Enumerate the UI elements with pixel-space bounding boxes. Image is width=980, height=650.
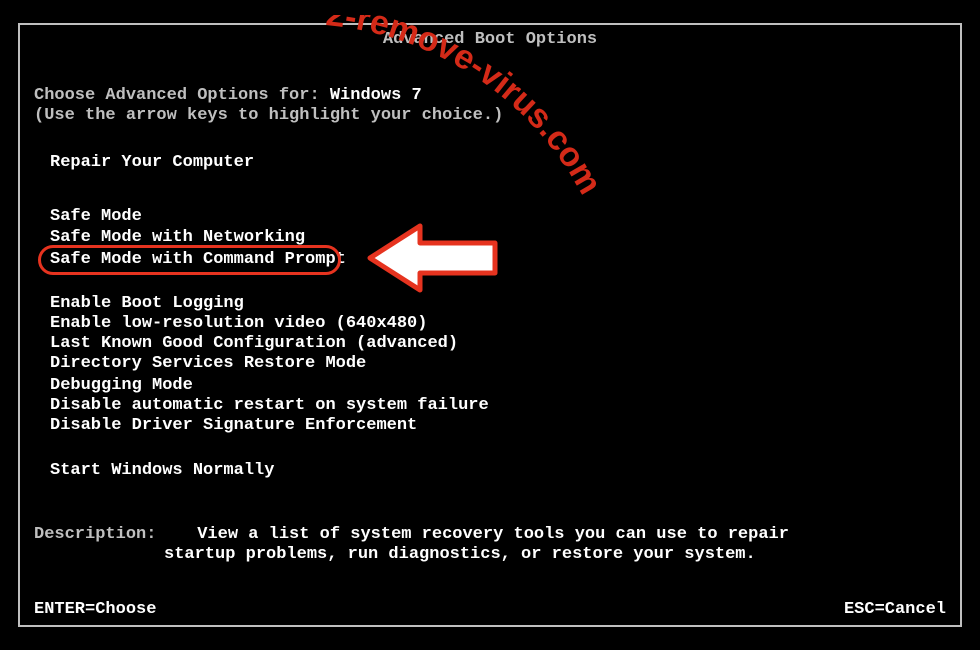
intro-os: Windows 7 [330, 86, 422, 105]
option-debug[interactable]: Debugging Mode [50, 376, 193, 395]
description-text1: View a list of system recovery tools you… [197, 525, 789, 544]
arrow-icon [365, 208, 505, 298]
option-repair[interactable]: Repair Your Computer [50, 153, 254, 172]
option-start-normal[interactable]: Start Windows Normally [50, 461, 274, 480]
description-text2: startup problems, run diagnostics, or re… [164, 545, 756, 564]
option-safe-mode-networking[interactable]: Safe Mode with Networking [50, 228, 305, 247]
description-line1: Description: View a list of system recov… [34, 525, 789, 544]
intro-prefix: Choose Advanced Options for: [34, 86, 330, 105]
option-safe-mode-cmd[interactable]: Safe Mode with Command Prompt [50, 250, 346, 269]
option-boot-logging[interactable]: Enable Boot Logging [50, 294, 244, 313]
border-top [18, 23, 962, 25]
description-label: Description: [34, 525, 156, 544]
option-low-res[interactable]: Enable low-resolution video (640x480) [50, 314, 427, 333]
border-bottom [18, 625, 962, 627]
option-safe-mode[interactable]: Safe Mode [50, 207, 142, 226]
footer-enter: ENTER=Choose [34, 600, 156, 619]
intro-help: (Use the arrow keys to highlight your ch… [34, 106, 503, 125]
border-right [960, 23, 962, 627]
boot-screen: Advanced Boot Options Choose Advanced Op… [0, 0, 980, 650]
intro-line: Choose Advanced Options for: Windows 7 [34, 86, 422, 105]
border-left [18, 23, 20, 627]
option-no-restart[interactable]: Disable automatic restart on system fail… [50, 396, 489, 415]
watermark: 2-remove-virus.com [315, 15, 715, 315]
page-title: Advanced Boot Options [0, 30, 980, 49]
option-lkgc[interactable]: Last Known Good Configuration (advanced) [50, 334, 458, 353]
footer-esc: ESC=Cancel [844, 600, 946, 619]
option-no-sig[interactable]: Disable Driver Signature Enforcement [50, 416, 417, 435]
option-dsrm[interactable]: Directory Services Restore Mode [50, 354, 366, 373]
